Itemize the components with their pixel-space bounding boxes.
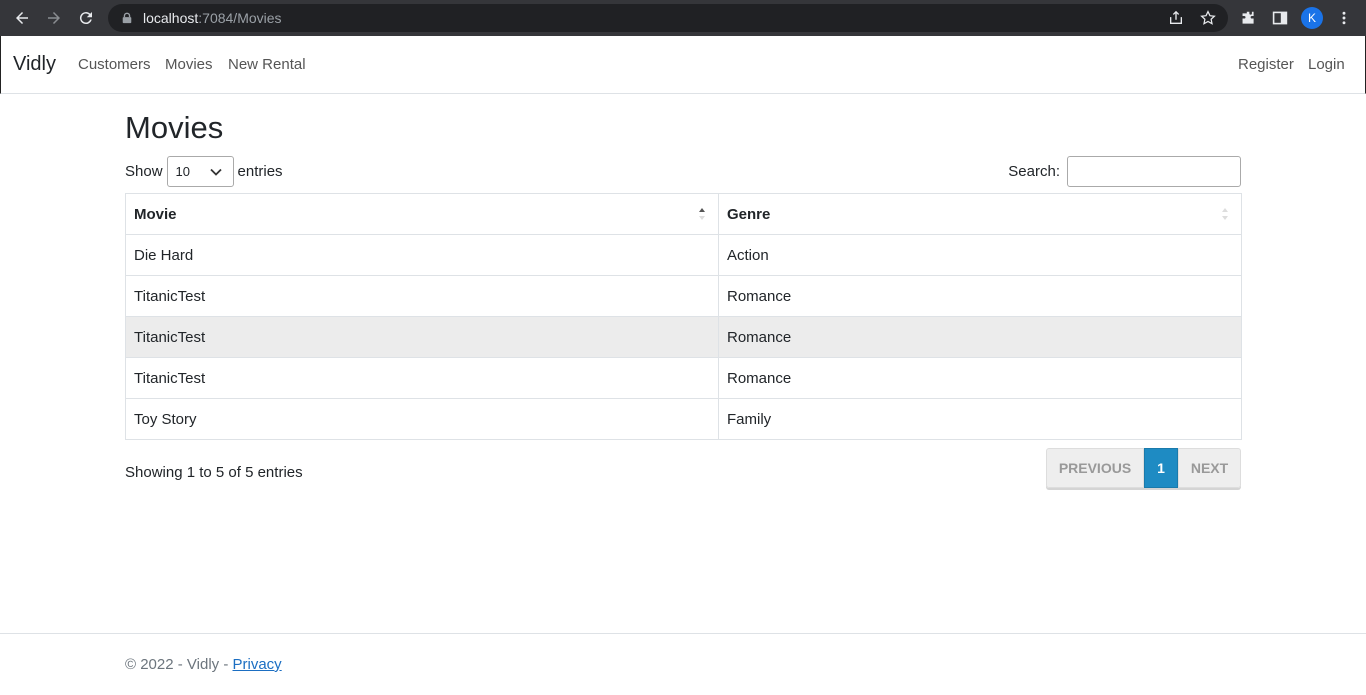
search-input[interactable] bbox=[1067, 156, 1241, 187]
search-control: Search: bbox=[1008, 156, 1241, 187]
sort-ascending-icon bbox=[699, 208, 705, 220]
cell-movie: TitanicTest bbox=[125, 357, 719, 399]
nav-customers[interactable]: Customers bbox=[78, 56, 151, 73]
privacy-link[interactable]: Privacy bbox=[233, 656, 282, 673]
bookmark-star-icon[interactable] bbox=[1199, 9, 1217, 27]
forward-icon[interactable] bbox=[42, 6, 66, 30]
app-navbar: Vidly Customers Movies New Rental Regist… bbox=[0, 36, 1366, 94]
table-row: Toy Story Family bbox=[125, 398, 1242, 440]
entries-per-page-select[interactable]: 10 bbox=[166, 156, 234, 187]
cell-movie: Toy Story bbox=[125, 398, 719, 440]
search-label: Search: bbox=[1008, 163, 1060, 180]
column-header-genre[interactable]: Genre bbox=[718, 193, 1242, 235]
table-row: TitanicTest Romance bbox=[125, 275, 1242, 317]
pagination: PREVIOUS 1 NEXT bbox=[1046, 448, 1241, 488]
table-header-row: Movie Genre bbox=[125, 193, 1242, 235]
sort-both-icon bbox=[1222, 208, 1228, 220]
column-header-movie[interactable]: Movie bbox=[125, 193, 719, 235]
cell-genre: Romance bbox=[718, 275, 1242, 317]
page-1-button[interactable]: 1 bbox=[1144, 448, 1178, 488]
address-bar[interactable]: localhost:7084/Movies bbox=[108, 4, 1228, 32]
next-page-button[interactable]: NEXT bbox=[1178, 448, 1241, 488]
back-icon[interactable] bbox=[10, 6, 34, 30]
cell-movie: TitanicTest bbox=[125, 275, 719, 317]
page-title: Movies bbox=[125, 110, 224, 145]
entries-label: entries bbox=[237, 163, 283, 180]
extensions-icon[interactable] bbox=[1238, 8, 1258, 28]
column-header-movie-label: Movie bbox=[134, 205, 177, 223]
nav-movies[interactable]: Movies bbox=[165, 56, 213, 73]
cell-genre: Action bbox=[718, 234, 1242, 276]
browser-toolbar: localhost:7084/Movies K bbox=[0, 0, 1366, 36]
reload-icon[interactable] bbox=[74, 6, 98, 30]
table-row: Die Hard Action bbox=[125, 234, 1242, 276]
copyright-text: © 2022 - Vidly - bbox=[125, 656, 233, 673]
footer-text: © 2022 - Vidly - Privacy bbox=[125, 656, 282, 673]
side-panel-icon[interactable] bbox=[1270, 8, 1290, 28]
lock-icon[interactable] bbox=[120, 11, 134, 25]
cell-genre: Romance bbox=[718, 357, 1242, 399]
length-control: Show 10 entries bbox=[125, 156, 283, 187]
brand-link[interactable]: Vidly bbox=[13, 53, 56, 76]
footer: © 2022 - Vidly - Privacy bbox=[0, 633, 1366, 695]
previous-page-button[interactable]: PREVIOUS bbox=[1046, 448, 1144, 488]
column-header-genre-label: Genre bbox=[727, 205, 771, 223]
nav-register[interactable]: Register bbox=[1238, 56, 1294, 73]
table-info: Showing 1 to 5 of 5 entries bbox=[125, 464, 303, 481]
table-row-hovered: TitanicTest Romance bbox=[125, 316, 1242, 358]
chevron-down-icon bbox=[209, 168, 222, 176]
cell-movie: TitanicTest bbox=[125, 316, 719, 358]
cell-genre: Romance bbox=[718, 316, 1242, 358]
cell-genre: Family bbox=[718, 398, 1242, 440]
entries-per-page-value: 10 bbox=[175, 164, 190, 179]
show-label: Show bbox=[125, 163, 163, 180]
url-text: localhost:7084/Movies bbox=[143, 10, 282, 26]
nav-login[interactable]: Login bbox=[1308, 56, 1345, 73]
movies-table: Movie Genre Die Hard Action TitanicTest … bbox=[125, 193, 1242, 440]
profile-avatar[interactable]: K bbox=[1301, 7, 1323, 29]
table-row: TitanicTest Romance bbox=[125, 357, 1242, 399]
share-icon[interactable] bbox=[1167, 9, 1185, 27]
menu-kebab-icon[interactable] bbox=[1334, 8, 1354, 28]
nav-new-rental[interactable]: New Rental bbox=[228, 56, 306, 73]
cell-movie: Die Hard bbox=[125, 234, 719, 276]
